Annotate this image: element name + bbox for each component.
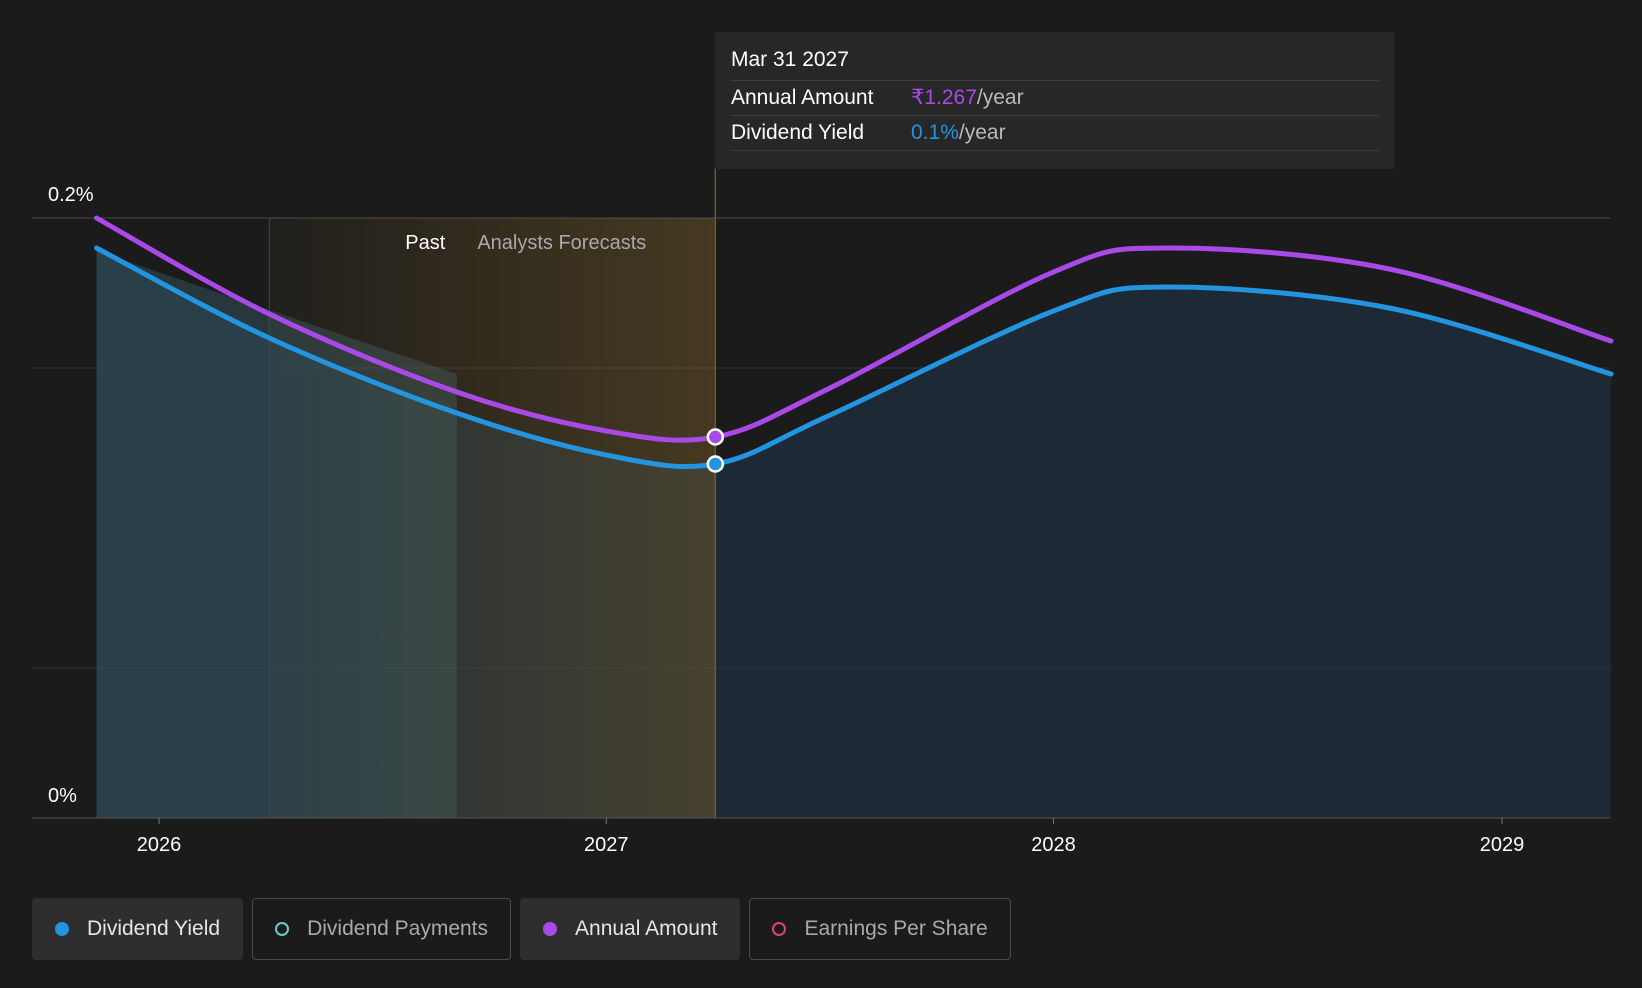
legend-annual-amount-button[interactable]: Annual Amount xyxy=(520,898,741,960)
legend-dividend-payments-button[interactable]: Dividend Payments xyxy=(252,898,512,960)
hover-tooltip: Mar 31 2027 Annual Amount ₹1.267 /year D… xyxy=(715,32,1395,169)
legend-dividend-yield-button[interactable]: Dividend Yield xyxy=(32,898,244,960)
forecast-label: Analysts Forecasts xyxy=(477,232,646,254)
chart-legend: Dividend Yield Dividend Payments Annual … xyxy=(32,898,1011,960)
x-tick-label: 2029 xyxy=(1480,834,1525,856)
x-tick-label: 2027 xyxy=(584,834,629,856)
x-tick-label: 2026 xyxy=(137,834,182,856)
tooltip-label: Annual Amount xyxy=(731,86,874,109)
tooltip-date: Mar 31 2027 xyxy=(731,46,1379,81)
past-region: Past Analysts Forecasts xyxy=(268,168,717,818)
legend-label: Earnings Per Share xyxy=(804,917,988,940)
filled-dot-icon xyxy=(55,922,69,936)
hollow-dot-icon xyxy=(275,922,290,936)
past-region-fill xyxy=(269,218,716,818)
tooltip-unit: /year xyxy=(976,86,1024,109)
hover-point-dividend-yield xyxy=(706,455,725,473)
tooltip-row-annual-amount: Annual Amount ₹1.267 /year xyxy=(731,81,1379,116)
past-label: Past xyxy=(405,232,445,254)
legend-label: Dividend Yield xyxy=(87,917,221,940)
tooltip-row-dividend-yield: Dividend Yield 0.1% /year xyxy=(731,116,1379,151)
hover-point-annual-amount xyxy=(706,428,725,446)
tooltip-value: ₹1.267 xyxy=(911,86,977,109)
x-tick-label: 2028 xyxy=(1031,834,1076,856)
legend-earnings-per-share-button[interactable]: Earnings Per Share xyxy=(749,898,1011,960)
legend-label: Dividend Payments xyxy=(307,917,489,940)
filled-dot-icon xyxy=(543,922,558,936)
y-tick-label: 0.2% xyxy=(48,184,94,206)
tooltip-value: 0.1% xyxy=(911,121,959,144)
tooltip-unit: /year xyxy=(958,121,1006,144)
y-tick-label: 0% xyxy=(48,785,77,807)
legend-label: Annual Amount xyxy=(575,917,718,940)
hollow-dot-icon xyxy=(772,922,787,936)
tooltip-label: Dividend Yield xyxy=(731,121,865,144)
